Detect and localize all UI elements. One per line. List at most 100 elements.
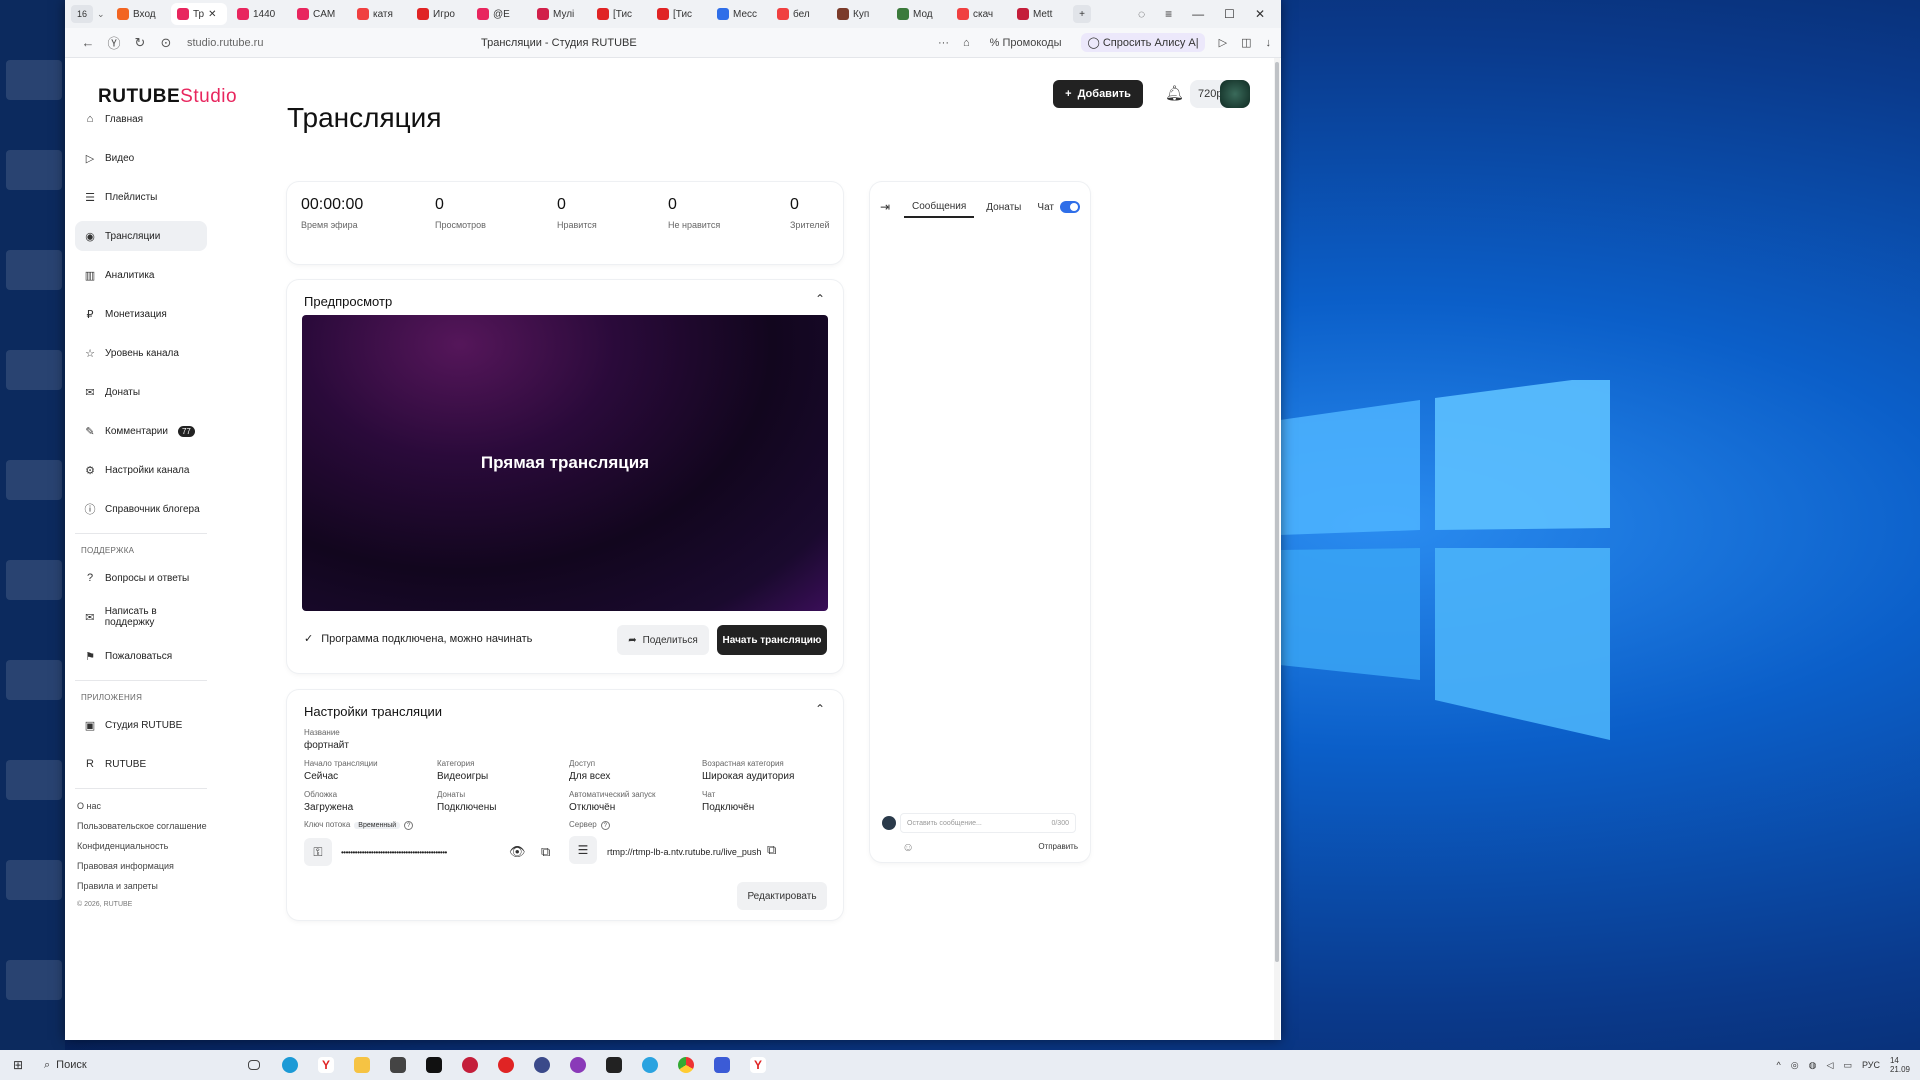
desktop-shortcut[interactable] [6,560,62,600]
profile-icon[interactable]: ◌ [1138,7,1145,21]
ask-alisa-button[interactable]: ◯ Спросить Алису А| [1081,33,1205,52]
sidebar-item[interactable]: ✉ Донаты [75,377,207,407]
close-icon[interactable]: ✕ [208,9,216,20]
desktop-shortcut[interactable] [6,60,62,100]
emoji-icon[interactable]: ☺ [902,840,914,854]
sidebar-item[interactable]: ▷ Видео [75,143,207,173]
explorer-icon[interactable] [344,1050,380,1080]
desktop-shortcut[interactable] [6,860,62,900]
yandex-icon[interactable]: Y [740,1050,776,1080]
wifi-icon[interactable]: ◍ [1809,1060,1817,1071]
sidebar-item[interactable]: ⚑ Пожаловаться [75,641,207,671]
chat-message-input[interactable]: Оставить сообщение... 0/300 [900,813,1076,833]
more-icon[interactable]: ··· [938,37,949,49]
browser-tab[interactable]: @Е [471,3,527,25]
eye-icon[interactable]: 👁︎ [509,844,526,860]
browser-tab[interactable]: Месс [711,3,767,25]
browser-tab[interactable]: Мод [891,3,947,25]
chat-toggle[interactable] [1060,201,1080,213]
language-indicator[interactable]: РУС [1862,1060,1880,1070]
browser-tab[interactable]: 1440 [231,3,287,25]
quality-account-button[interactable]: 720p [1190,80,1250,108]
browser-tab[interactable]: Игро [411,3,467,25]
video-preview[interactable]: Прямая трансляция [302,315,828,611]
download-icon[interactable]: ↓ [1266,37,1272,49]
edit-button[interactable]: Редактировать [737,882,827,910]
taskbar-search[interactable]: ⌕ Поиск [36,1052,236,1078]
browser-tab[interactable]: катя [351,3,407,25]
app-icon[interactable] [560,1050,596,1080]
app-icon[interactable] [416,1050,452,1080]
promo-button[interactable]: % Промокоды [984,34,1068,52]
chevron-up-icon[interactable]: ⌃ [815,702,825,716]
tab-messages[interactable]: Сообщения [904,197,975,218]
sidebar-item[interactable]: ? Вопросы и ответы [75,563,207,593]
tab-donates[interactable]: Донаты [978,198,1029,217]
browser-tab[interactable]: Вход [111,3,167,25]
chevron-down-icon[interactable]: ⌄ [97,9,111,20]
footer-link[interactable]: Пользовательское соглашение [75,821,215,831]
new-tab-icon[interactable]: + [1073,5,1091,23]
app-icon[interactable] [452,1050,488,1080]
sidebar-item[interactable]: ✉ Написать в поддержку [75,602,207,632]
windows-start-icon[interactable]: ⊞ [0,1058,36,1072]
sidebar-item[interactable]: ☰ Плейлисты [75,182,207,212]
start-broadcast-button[interactable]: Начать трансляцию [717,625,827,655]
app-icon[interactable] [524,1050,560,1080]
browser-tab[interactable]: Мулі [531,3,587,25]
send-button[interactable]: Отправить [1038,842,1078,851]
menu-icon[interactable]: ≡ [1165,7,1172,21]
sidebar-item[interactable]: ☆ Уровень канала [75,338,207,368]
bookmark-icon[interactable]: ⌂ [963,37,970,49]
back-icon[interactable]: ← [75,35,101,50]
yandex-icon[interactable] [488,1050,524,1080]
browser-tab[interactable]: Тр ✕ [171,3,227,25]
desktop-shortcut[interactable] [6,960,62,1000]
sidebar-item[interactable]: ▣ Студия RUTUBE [75,710,207,740]
scrollbar-thumb[interactable] [1275,62,1279,962]
browser-tab[interactable]: скач [951,3,1007,25]
url-text[interactable]: studio.rutube.ru [187,37,263,49]
desktop-shortcut[interactable] [6,250,62,290]
volume-icon[interactable]: ◁ [1827,1060,1834,1071]
browser-tab[interactable]: Mett [1011,3,1067,25]
reload-icon[interactable]: ↻ [127,35,153,51]
footer-link[interactable]: Конфиденциальность [75,841,215,851]
browser-tab[interactable]: [Тис [591,3,647,25]
mail-icon[interactable] [380,1050,416,1080]
browser-tab[interactable]: Куп [831,3,887,25]
desktop-shortcut[interactable] [6,150,62,190]
desktop-shortcut[interactable] [6,460,62,500]
sidebar-item[interactable]: ₽ Монетизация [75,299,207,329]
minimize-icon[interactable]: — [1192,7,1204,21]
yandex-icon[interactable]: Ⓨ [101,33,127,52]
chrome-icon[interactable] [668,1050,704,1080]
copy-icon[interactable]: ⧉ [767,842,776,858]
yandex-browser-icon[interactable]: Y [308,1050,344,1080]
add-button[interactable]: + Добавить [1053,80,1143,108]
avatar[interactable] [1220,80,1250,108]
copy-icon[interactable]: ⧉ [541,844,550,860]
edge-icon[interactable] [272,1050,308,1080]
bell-icon[interactable]: 🔔︎ [1165,84,1184,102]
telegram-icon[interactable] [632,1050,668,1080]
browser-tab[interactable]: [Тис [651,3,707,25]
battery-icon[interactable]: ▭ [1843,1060,1852,1071]
desktop-shortcut[interactable] [6,760,62,800]
sidebar-item[interactable]: ⓘ Справочник блогера [75,494,207,524]
collapse-panel-icon[interactable]: ⇥ [880,200,904,214]
sidebar-item[interactable]: ◉ Трансляции [75,221,207,251]
clock[interactable]: 14 21.09 [1890,1056,1910,1074]
footer-link[interactable]: О нас [75,801,215,811]
sidebar-item[interactable]: ✎ Комментарии 77 [75,416,207,446]
sidebar-item[interactable]: ▥ Аналитика [75,260,207,290]
browser-tab[interactable]: CAM [291,3,347,25]
chevron-up-icon[interactable]: ⌃ [815,292,825,306]
help-icon[interactable]: ? [600,821,610,830]
taskview-icon[interactable] [236,1050,272,1080]
maximize-icon[interactable]: ☐ [1224,7,1235,21]
collections-icon[interactable]: ◫ [1241,36,1251,49]
page-scrollbar[interactable] [1274,58,1280,1040]
chevron-up-icon[interactable]: ^ [1777,1060,1781,1070]
network-icon[interactable]: ◎ [1791,1060,1799,1071]
